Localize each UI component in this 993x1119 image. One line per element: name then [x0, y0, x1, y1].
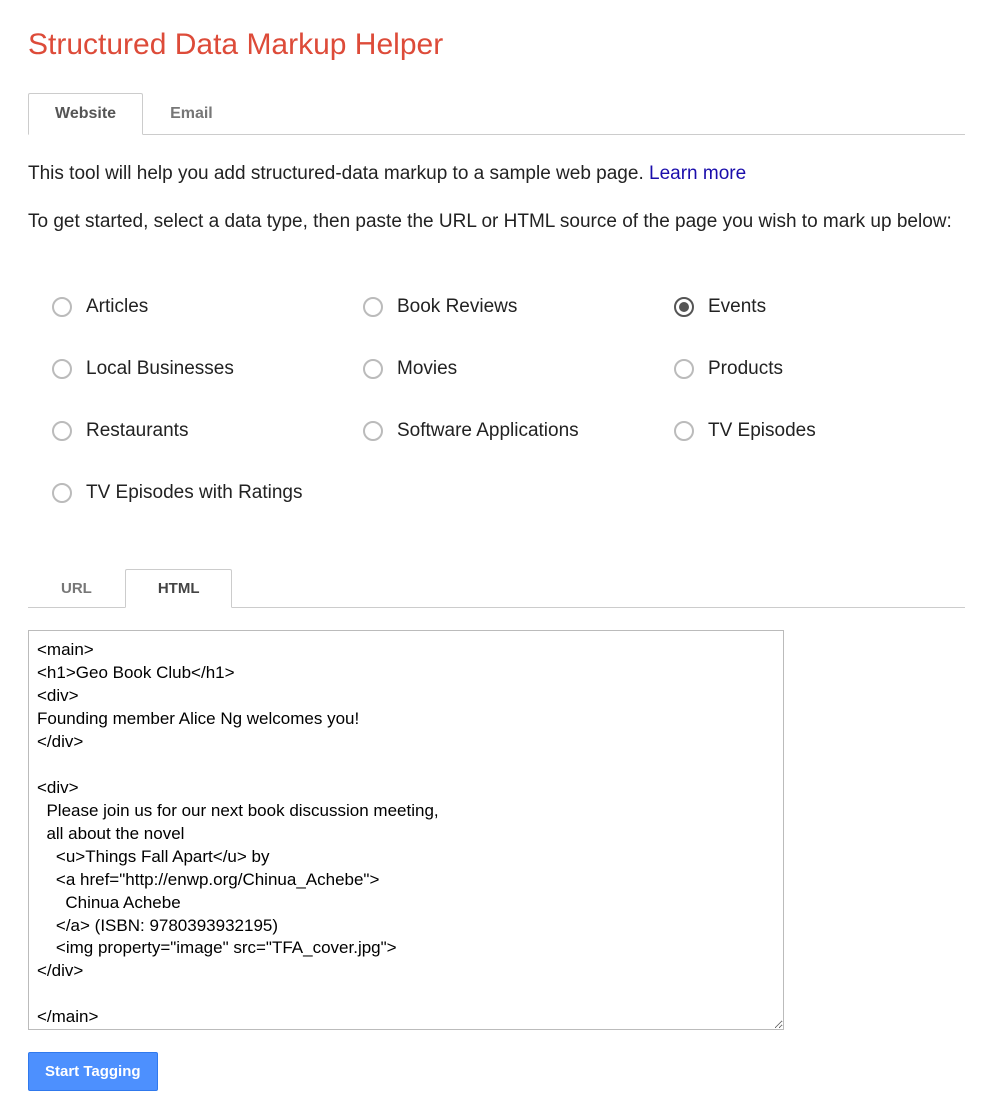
tab-html[interactable]: HTML [125, 569, 233, 608]
radio-circle-icon [52, 483, 72, 503]
radio-book-reviews[interactable]: Book Reviews [363, 296, 654, 318]
radio-software-applications[interactable]: Software Applications [363, 420, 654, 442]
radio-label: Local Businesses [86, 358, 234, 380]
tab-url[interactable]: URL [28, 569, 125, 608]
tab-website[interactable]: Website [28, 93, 143, 135]
intro-line-1: This tool will help you add structured-d… [28, 161, 965, 187]
radio-circle-icon [363, 359, 383, 379]
radio-label: Products [708, 358, 783, 380]
radio-circle-icon [363, 421, 383, 441]
radio-local-businesses[interactable]: Local Businesses [52, 358, 343, 380]
html-source-input[interactable] [28, 630, 784, 1030]
radio-circle-icon [674, 421, 694, 441]
radio-tv-episodes-ratings[interactable]: TV Episodes with Ratings [52, 482, 343, 504]
radio-circle-icon [363, 297, 383, 317]
radio-label: Articles [86, 296, 148, 318]
radio-circle-icon [674, 359, 694, 379]
radio-restaurants[interactable]: Restaurants [52, 420, 343, 442]
learn-more-link[interactable]: Learn more [649, 163, 746, 184]
intro-line-2: To get started, select a data type, then… [28, 209, 965, 235]
radio-label: Book Reviews [397, 296, 517, 318]
radio-circle-icon [52, 421, 72, 441]
radio-products[interactable]: Products [674, 358, 965, 380]
radio-label: TV Episodes with Ratings [86, 482, 303, 504]
radio-label: Movies [397, 358, 457, 380]
radio-label: Restaurants [86, 420, 188, 442]
radio-circle-icon [52, 359, 72, 379]
radio-label: Software Applications [397, 420, 579, 442]
radio-circle-icon [674, 297, 694, 317]
source-tabs: URL HTML [28, 568, 965, 608]
data-type-options: Articles Book Reviews Events Local Business… [28, 256, 965, 554]
intro-text: This tool will help you add structured-d… [28, 163, 649, 184]
radio-dot-icon [679, 302, 689, 312]
radio-circle-icon [52, 297, 72, 317]
radio-label: Events [708, 296, 766, 318]
radio-articles[interactable]: Articles [52, 296, 343, 318]
page-title: Structured Data Markup Helper [28, 28, 965, 62]
start-tagging-button[interactable]: Start Tagging [28, 1052, 158, 1091]
tab-email[interactable]: Email [143, 93, 240, 135]
radio-label: TV Episodes [708, 420, 816, 442]
top-tabs: Website Email [28, 92, 965, 135]
radio-tv-episodes[interactable]: TV Episodes [674, 420, 965, 442]
radio-events[interactable]: Events [674, 296, 965, 318]
radio-movies[interactable]: Movies [363, 358, 654, 380]
